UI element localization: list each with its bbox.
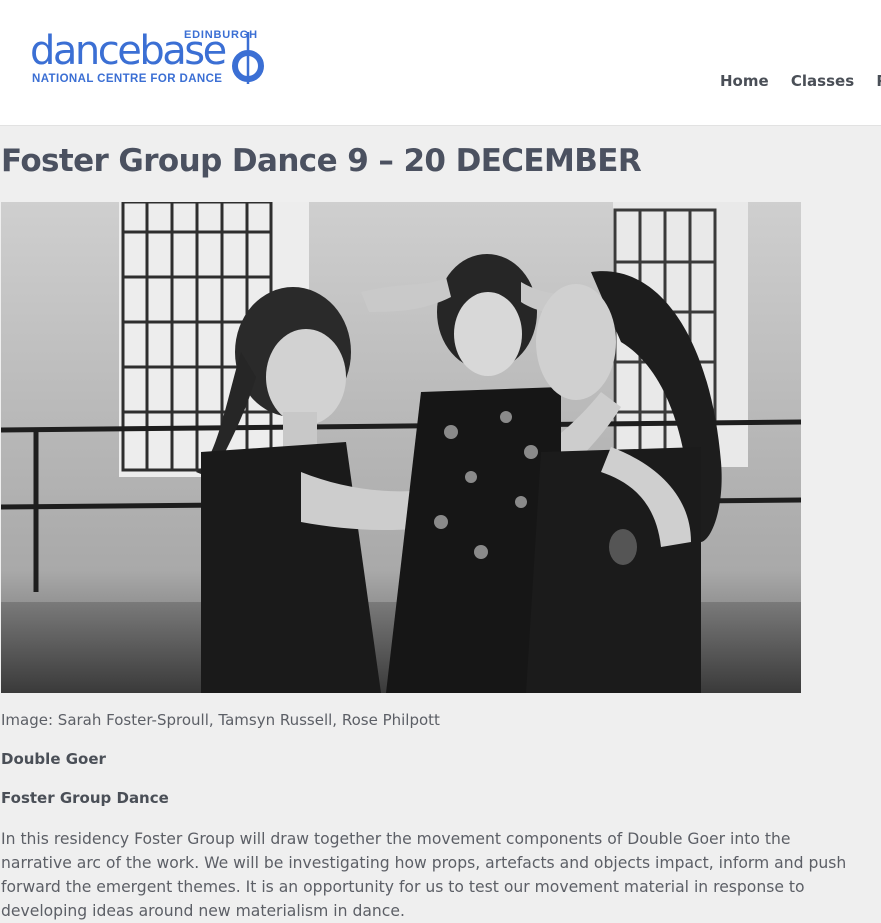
logo-tagline: NATIONAL CENTRE FOR DANCE [32,73,223,85]
event-photo [1,202,801,693]
show-name: Double Goer [1,750,106,768]
event-description: In this residency Foster Group will draw… [1,830,847,920]
dancebase-logo[interactable]: dancebase EDINBURGH NATIONAL CENTRE FOR … [30,26,270,90]
image-caption: Image: Sarah Foster-Sproull, Tamsyn Russ… [1,711,440,729]
company-name: Foster Group Dance [1,789,169,807]
nav-programme[interactable]: Pr [876,72,881,90]
main-nav: Home Classes Pr [720,72,881,90]
site-header: dancebase EDINBURGH NATIONAL CENTRE FOR … [0,0,881,126]
logo-mark-icon [232,32,264,84]
nav-classes[interactable]: Classes [791,72,854,90]
page-title: Foster Group Dance 9 – 20 DECEMBER [1,143,642,179]
nav-home[interactable]: Home [720,72,769,90]
dancers-photo-illustration [1,202,801,693]
